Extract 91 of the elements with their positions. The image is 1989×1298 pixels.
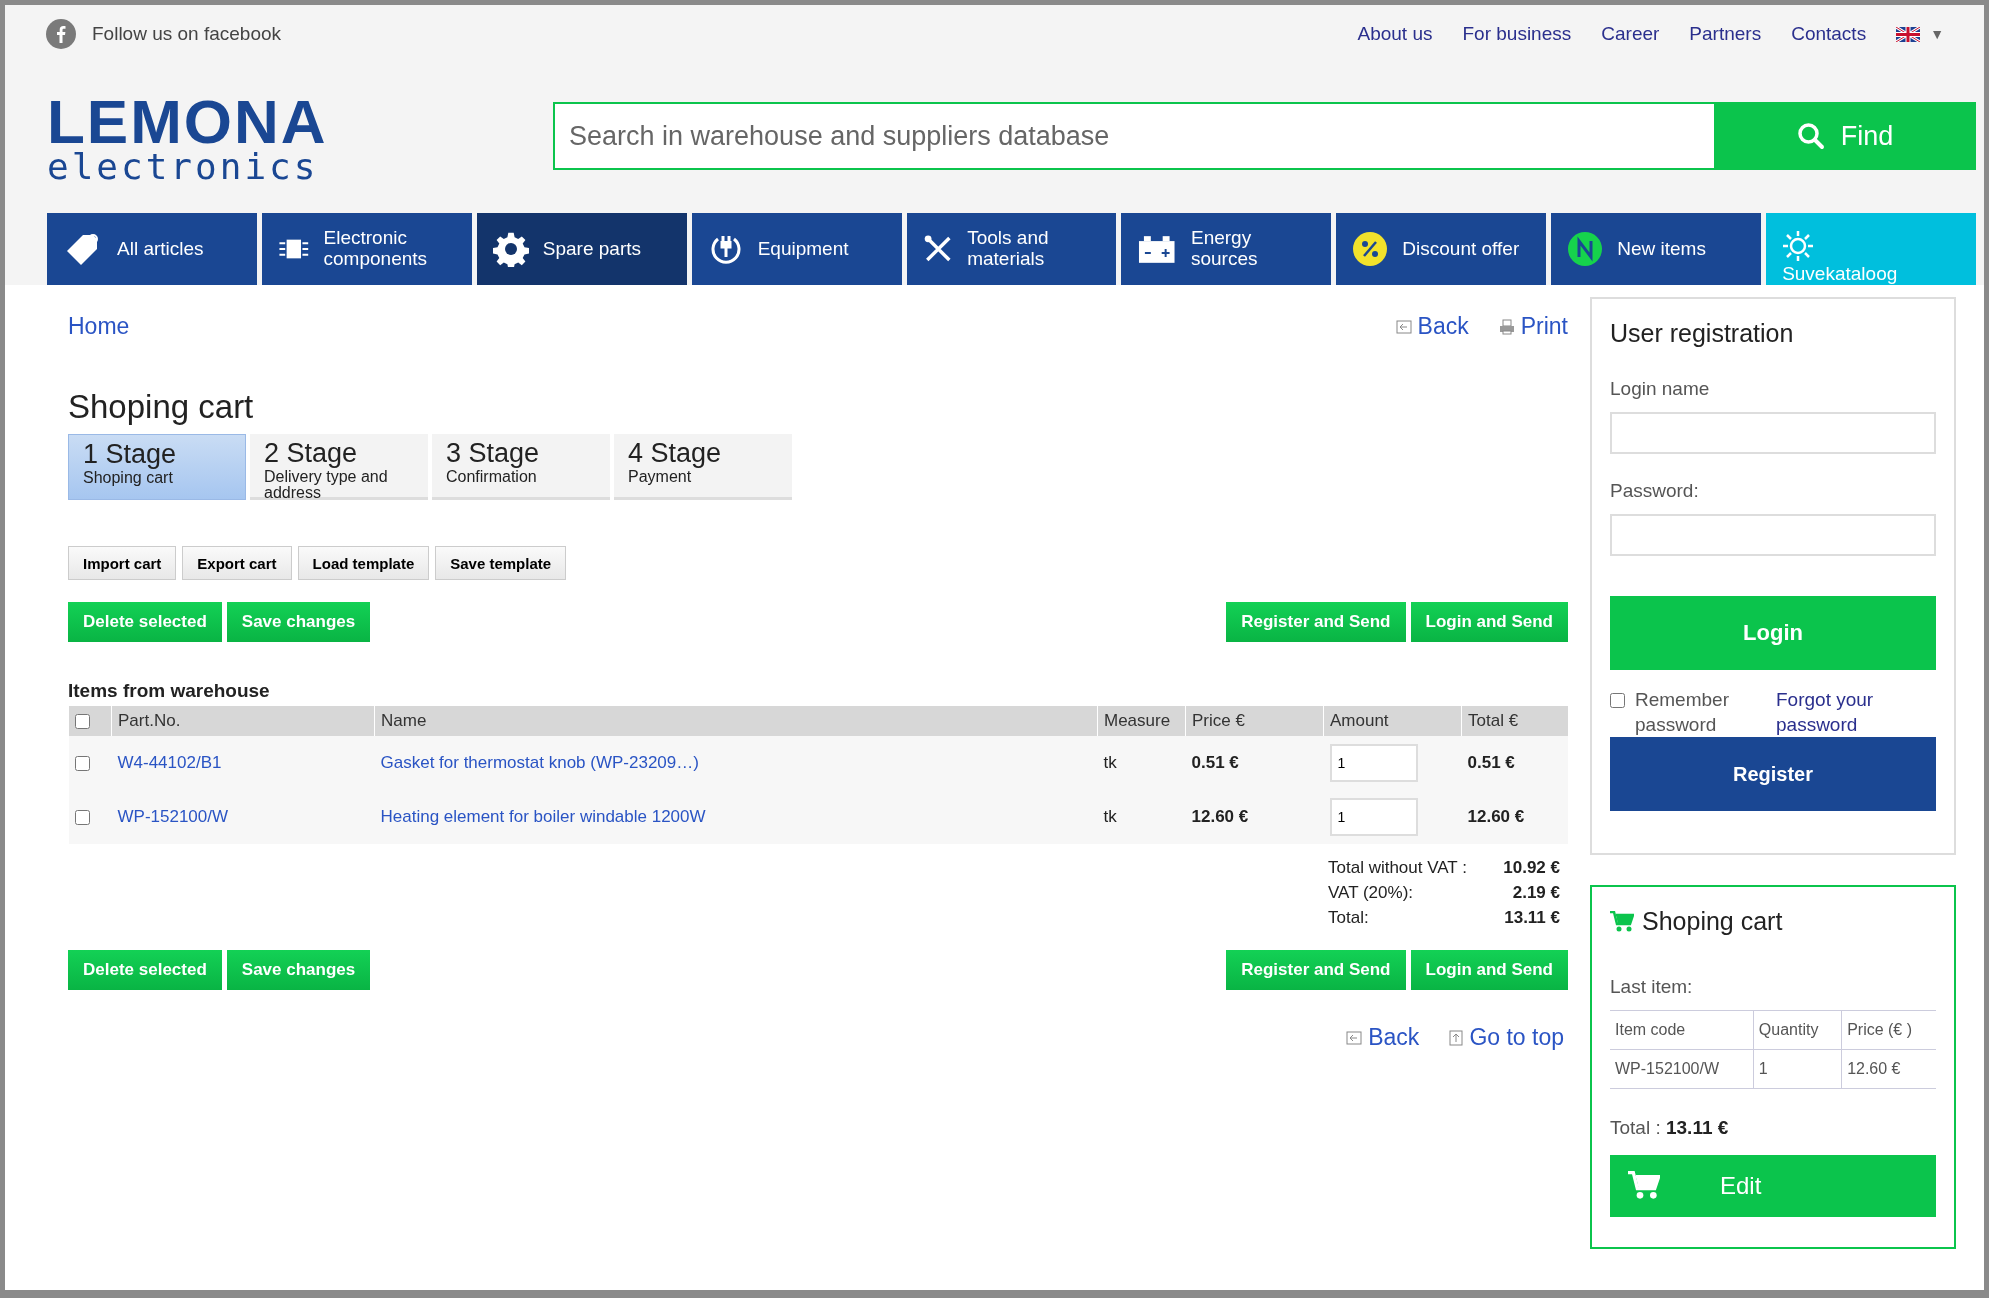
- field-label: Password:: [1610, 480, 1700, 502]
- logo[interactable]: LEMONA electronics: [47, 91, 553, 185]
- top-nav-link[interactable]: Partners: [1689, 23, 1762, 45]
- category-tab[interactable]: Equipment: [691, 213, 902, 285]
- top-nav-link[interactable]: About us: [1357, 23, 1433, 45]
- language-selector[interactable]: ▼: [1896, 26, 1944, 42]
- battery-icon: [1137, 233, 1177, 265]
- back-icon: [1346, 1030, 1363, 1045]
- table-cell: WP-152100/W: [1615, 1060, 1720, 1078]
- sun-icon: [1782, 230, 1815, 263]
- total-label: Total:: [1328, 908, 1369, 928]
- back-link[interactable]: Back: [1395, 313, 1469, 340]
- cart-tool-button[interactable]: Export cart: [182, 546, 292, 580]
- register-button[interactable]: Register: [1610, 737, 1936, 812]
- back-link[interactable]: Back: [1346, 1024, 1420, 1051]
- product-name-link[interactable]: Gasket for thermostat knob (WP-23209…): [380, 753, 699, 772]
- remember-checkbox[interactable]: [1610, 693, 1625, 708]
- top-nav-link[interactable]: Contacts: [1791, 23, 1867, 45]
- total-value: 10.92 €: [1503, 858, 1560, 878]
- back-icon: [1395, 319, 1412, 334]
- cart-tool-button[interactable]: Save template: [435, 546, 567, 580]
- password-field[interactable]: [1610, 514, 1936, 556]
- top-nav-link[interactable]: Career: [1601, 23, 1660, 45]
- category-tab[interactable]: Energy sources: [1121, 213, 1332, 285]
- table-cell: 1: [1758, 1060, 1768, 1078]
- home-link[interactable]: Home: [68, 313, 130, 340]
- total-value: 2.19 €: [1512, 883, 1560, 903]
- table-cell: tk: [1103, 753, 1117, 772]
- checkbox-label: Remember password: [1635, 688, 1730, 737]
- total-label: VAT (20%):: [1328, 883, 1414, 903]
- table-cell: 12.60 €: [1467, 807, 1525, 826]
- stage-step[interactable]: 2 Stage Delivery type and address: [250, 434, 428, 500]
- stage-step[interactable]: 4 Stage Payment: [614, 434, 792, 500]
- stage-step[interactable]: 1 Stage Shoping cart: [68, 434, 246, 500]
- cart-tool-button[interactable]: Import cart: [68, 546, 177, 580]
- column-header: Amount: [1330, 711, 1389, 730]
- category-tab[interactable]: All articles: [47, 213, 257, 285]
- facebook-link[interactable]: Follow us on facebook: [46, 19, 282, 49]
- login-name-field[interactable]: [1610, 412, 1936, 454]
- table-cell: 0.51 €: [1467, 753, 1515, 772]
- category-tab[interactable]: Tools and materials: [906, 213, 1117, 285]
- flag-icon: [1896, 26, 1921, 42]
- go-to-top-link[interactable]: Go to top: [1449, 1024, 1564, 1051]
- category-tab[interactable]: New items: [1551, 213, 1762, 285]
- stage-step[interactable]: 3 Stage Confirmation: [432, 434, 610, 500]
- total-label: Total :: [1610, 1117, 1661, 1139]
- page-title: Shoping cart: [68, 388, 255, 426]
- panel-title: User registration: [1610, 319, 1795, 348]
- category-tab[interactable]: Discount offer: [1336, 213, 1547, 285]
- last-item-label: Last item:: [1610, 976, 1694, 999]
- column-header: Measure: [1104, 711, 1171, 730]
- total-label: Total without VAT :: [1328, 858, 1467, 878]
- total-value: 13.11 €: [1504, 908, 1560, 928]
- amount-field[interactable]: 1: [1329, 744, 1418, 782]
- new-badge-icon: [1567, 231, 1604, 267]
- total-value: 13.11 €: [1666, 1117, 1729, 1139]
- table-cell: 12.60 €: [1191, 807, 1249, 826]
- search-field[interactable]: Search in warehouse and suppliers database: [553, 102, 1714, 170]
- cart-icon: [1628, 1171, 1660, 1202]
- category-tab[interactable]: Spare parts: [476, 213, 687, 285]
- table-cell: tk: [1103, 807, 1117, 826]
- top-nav-link[interactable]: For business: [1462, 23, 1572, 45]
- column-header: Price €: [1192, 711, 1245, 730]
- percent-badge-icon: [1352, 231, 1389, 267]
- gear-icon: [492, 231, 529, 267]
- cart-tool-button[interactable]: Load template: [297, 546, 430, 580]
- row-checkbox[interactable]: [74, 810, 90, 825]
- column-header: Item code: [1615, 1021, 1686, 1039]
- column-header: Name: [381, 711, 427, 730]
- forgot-password-link[interactable]: Forgot your password: [1776, 688, 1936, 738]
- column-header: Quantity: [1758, 1021, 1819, 1039]
- product-name-link[interactable]: Heating element for boiler windable 1200W: [380, 807, 706, 826]
- table-cell: 12.60 €: [1847, 1060, 1901, 1078]
- column-header: Total €: [1468, 711, 1519, 730]
- field-label: Login name: [1610, 378, 1711, 400]
- section-heading: Items from warehouse: [68, 680, 271, 702]
- column-header: Part.No.: [118, 711, 181, 730]
- printer-icon: [1498, 318, 1515, 335]
- select-all-checkbox[interactable]: [75, 714, 90, 729]
- facebook-icon: [46, 19, 76, 49]
- row-checkbox[interactable]: [74, 756, 90, 771]
- cart-icon: [1610, 910, 1634, 933]
- search-icon: [1796, 122, 1825, 150]
- print-link[interactable]: Print: [1498, 313, 1568, 340]
- column-header: Price (€ ): [1847, 1021, 1913, 1039]
- part-number-link[interactable]: W4-44102/B1: [117, 753, 222, 772]
- table-cell: 0.51 €: [1191, 753, 1239, 772]
- part-number-link[interactable]: WP-152100/W: [117, 807, 229, 826]
- amount-field[interactable]: 1: [1329, 798, 1418, 836]
- category-tab[interactable]: Electronic components: [261, 213, 472, 285]
- panel-title: Shoping cart: [1642, 907, 1783, 937]
